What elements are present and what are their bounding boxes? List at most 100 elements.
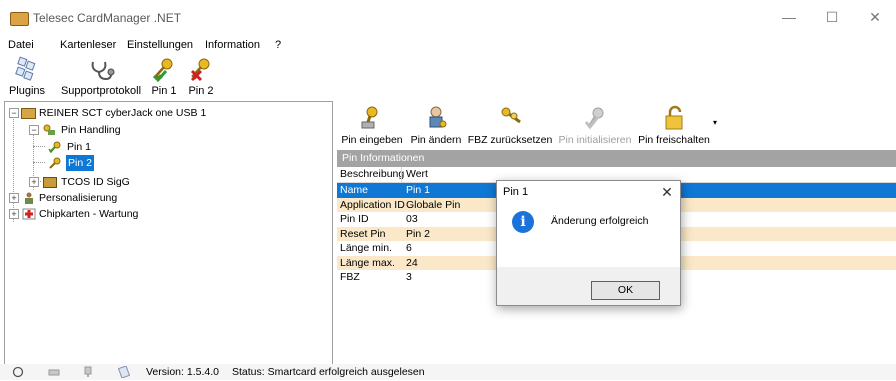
tree-node-chipkarten[interactable]: + Chipkarten - Wartung [5,206,325,222]
pin-freischalten-label: Pin freischalten [638,134,710,146]
fbz-zuruecksetzen-button[interactable]: FBZ zurücksetzen [466,104,554,148]
tree-label: TCOS ID SigG [61,176,130,188]
key-init-icon [584,107,604,130]
plugins-button[interactable]: Plugins [2,55,52,99]
expand-icon[interactable]: + [29,177,39,187]
column-header-beschreibung[interactable]: Beschreibung [340,167,404,182]
status-text: Status: Smartcard erfolgreich ausgelesen [232,366,425,378]
menu-help[interactable]: ? [275,36,281,54]
pin-freischalten-button[interactable]: Pin freischalten [638,104,710,148]
tree-node-tcos[interactable]: + TCOS ID SigG [5,174,325,190]
tree-label: REINER SCT cyberJack one USB 1 [39,107,207,119]
minimize-button[interactable]: — [768,0,810,34]
menu-kartenleser[interactable]: Kartenleser [60,36,116,54]
pin-eingeben-label: Pin eingeben [341,134,403,146]
title-bar: Telesec CardManager .NET — ☐ ✕ [0,0,896,34]
supportprotokoll-label: Supportprotokoll [60,85,142,97]
menu-bar: Datei Kartenleser Einstellungen Informat… [0,36,896,54]
key-x-icon [190,58,210,82]
cell-description: Application ID [340,198,405,211]
card-reader-icon [21,108,36,119]
person-icon [22,192,36,204]
window-title: Telesec CardManager .NET [33,11,182,25]
version-text: Version: 1.5.4.0 [146,366,219,378]
pin-initialisieren-button[interactable]: Pin initialisieren [556,104,634,148]
key-check-icon [152,58,173,83]
dialog-close-button[interactable]: ✕ [657,182,677,202]
keys-people-icon [42,124,56,136]
fbz-zuruecksetzen-label: FBZ zurücksetzen [467,134,553,146]
tree-node-reader[interactable]: − REINER SCT cyberJack one USB 1 [5,105,325,121]
expand-icon[interactable]: + [9,209,19,219]
keys-reset-icon [501,107,521,124]
card-reader-status-icon [48,366,60,378]
menu-einstellungen[interactable]: Einstellungen [127,36,193,54]
key-enter-icon [361,106,378,129]
plugins-label: Plugins [8,85,46,97]
cell-description: Name [340,184,369,196]
pin-initialisieren-label: Pin initialisieren [558,134,632,146]
pin1-button[interactable]: Pin 1 [147,55,181,99]
main-toolbar: Plugins Supportprotokoll Pin 1 Pin 2 [0,55,896,99]
status-bar: Version: 1.5.4.0 Status: Smartcard erfol… [0,364,896,380]
pin2-button[interactable]: Pin 2 [184,55,218,99]
menu-information[interactable]: Information [205,36,260,54]
chip-card-icon [43,177,57,188]
plug-icon [82,366,94,378]
key-icon [48,141,62,154]
tree-label-selected: Pin 2 [66,155,94,171]
cell-value: 3 [406,271,412,283]
cell-value: 24 [406,256,418,269]
cell-description: Länge min. [340,242,392,254]
tree-label: Chipkarten - Wartung [39,208,139,220]
dialog-title: Pin 1 [503,186,529,198]
key-icon [48,157,62,169]
tree-node-pin1[interactable]: Pin 1 [5,139,325,155]
menu-datei[interactable]: Datei [8,36,34,54]
smartcard-icon [117,365,131,379]
tree-label: Pin 1 [67,141,91,153]
first-aid-icon [22,208,36,220]
tree-node-pin-handling[interactable]: − Pin Handling [5,122,325,138]
pin1-label: Pin 1 [151,85,177,97]
tree-label: Pin Handling [61,124,121,136]
cell-value: Globale Pin [406,198,461,211]
pin-actions-toolbar: Pin eingeben Pin ändern FBZ zurücksetzen… [336,104,896,148]
close-button[interactable]: ✕ [854,0,896,34]
status-circle-icon [12,366,24,378]
tree-node-personalisierung[interactable]: + Personalisierung [5,190,325,206]
cell-description: FBZ [340,271,360,283]
ok-button[interactable]: OK [591,281,660,300]
pin-aendern-label: Pin ändern [410,134,462,146]
stethoscope-icon [91,61,115,81]
tree-node-pin2[interactable]: Pin 2 [5,155,325,171]
toolbar-overflow-icon[interactable]: ▾ [713,118,717,127]
cell-description: Reset Pin [340,227,386,240]
cell-value: 03 [406,213,418,225]
tree-label: Personalisierung [39,192,118,204]
unlock-icon [665,105,683,130]
dialog-message: Änderung erfolgreich [551,215,649,227]
cell-value: Pin 1 [406,184,430,196]
column-header-wert[interactable]: Wert [401,167,428,182]
collapse-icon[interactable]: − [9,108,19,118]
cell-value: Pin 2 [406,227,430,240]
maximize-button[interactable]: ☐ [811,0,853,34]
pin-aendern-button[interactable]: Pin ändern [408,104,464,148]
app-icon [10,12,29,26]
person-key-icon [429,106,447,128]
dialog-footer: OK [497,267,680,305]
pin-info-header: Pin Informationen [337,150,896,167]
pin2-label: Pin 2 [188,85,214,97]
message-dialog: Pin 1 ✕ i Änderung erfolgreich OK [496,180,681,306]
info-icon: i [512,211,534,233]
supportprotokoll-button[interactable]: Supportprotokoll [55,55,147,99]
cell-description: Pin ID [340,213,369,225]
cell-value: 6 [406,242,412,254]
plugins-icon [15,56,36,81]
expand-icon[interactable]: + [9,193,19,203]
card-tree[interactable]: − REINER SCT cyberJack one USB 1 − Pin H… [4,101,333,365]
pin-eingeben-button[interactable]: Pin eingeben [340,104,404,148]
cell-description: Länge max. [340,256,395,269]
collapse-icon[interactable]: − [29,125,39,135]
